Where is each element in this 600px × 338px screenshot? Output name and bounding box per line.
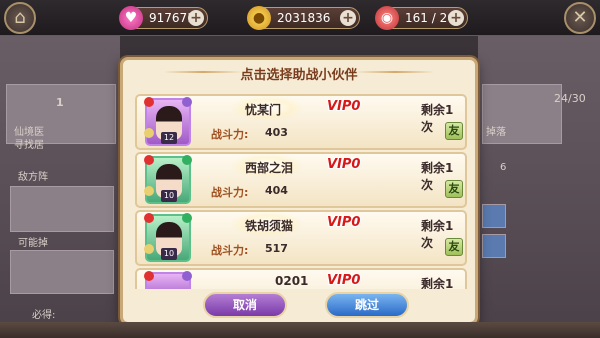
star-icon	[144, 244, 154, 254]
star-icon	[144, 128, 154, 138]
partner-list[interactable]: 12 忧某门 战斗力: 403 VIP0 剩余1次 友 10 西部之泪 战斗力:…	[135, 94, 467, 289]
friend-badge: 友	[445, 122, 463, 140]
stage-number: 1	[56, 96, 64, 109]
partner-avatar: 12	[144, 97, 192, 146]
partner-name: 铁胡须猫	[245, 219, 294, 233]
friend-badge: 友	[445, 180, 463, 198]
friend-badge: 友	[445, 238, 463, 256]
add-gems-button[interactable]: +	[188, 10, 204, 26]
background-left-panel: 1 仙境医 寻找居 敌方阵 可能掉 必得: 阵容	[0, 36, 120, 338]
gem-icon: ♥	[119, 6, 143, 30]
partner-name: 西部之泪	[245, 161, 294, 175]
stamina-counter: ◉ 161 / 200 +	[375, 6, 468, 30]
vip-badge: VIP0	[327, 99, 361, 114]
bottom-decoration	[0, 322, 600, 338]
close-icon[interactable]: ✕	[564, 2, 596, 34]
gold-amount: 2031836	[277, 11, 331, 25]
partner-row[interactable]: 10 铁胡须猫 战斗力: 517 VIP0 剩余1次 友	[135, 210, 467, 266]
side-button-1[interactable]	[482, 204, 506, 228]
top-resource-bar: ⌂ ♥ 9176715 + ● 2031836 + ◉ 161 / 200 + …	[0, 0, 600, 36]
partner-avatar: 10	[144, 213, 192, 262]
partner-name: 忧某门	[245, 103, 282, 117]
partner-level: 12	[161, 132, 177, 144]
rank-gem-icon	[182, 271, 192, 281]
power-value: 517	[265, 242, 288, 255]
vip-badge: VIP0	[327, 273, 361, 288]
bg-label-3: 敌方阵	[18, 172, 48, 183]
partner-avatar: 10	[144, 155, 192, 204]
rank-gem-icon	[182, 97, 192, 107]
element-gem-icon	[144, 155, 154, 165]
rank-gem-icon	[182, 213, 192, 223]
rank-gem-icon	[182, 155, 192, 165]
gem-counter: ♥ 9176715 +	[119, 6, 208, 30]
partner-avatar	[144, 271, 192, 289]
stamina-icon: ◉	[375, 6, 399, 30]
assist-partner-dialog: 点击选择助战小伙伴 12 忧某门 战斗力: 403 VIP0 剩余1次 友 10…	[120, 57, 478, 325]
partner-row[interactable]: 0201 VIP0 剩余1次	[135, 268, 467, 289]
item-count: 6	[500, 162, 507, 173]
star-icon	[144, 186, 154, 196]
partner-level: 10	[161, 190, 177, 202]
remaining-uses: 剩余1次	[421, 277, 454, 289]
add-stamina-button[interactable]: +	[448, 10, 464, 26]
partner-level: 10	[161, 248, 177, 260]
side-button-2[interactable]	[482, 234, 506, 258]
vip-badge: VIP0	[327, 157, 361, 172]
power-label: 战斗力:	[211, 244, 249, 257]
add-gold-button[interactable]: +	[340, 10, 356, 26]
drops-panel	[10, 250, 114, 294]
partner-name: 0201	[275, 274, 309, 288]
partner-row[interactable]: 10 西部之泪 战斗力: 404 VIP0 剩余1次 友	[135, 152, 467, 208]
power-label: 战斗力:	[211, 186, 249, 199]
home-icon[interactable]: ⌂	[4, 2, 36, 34]
gold-counter: ● 2031836 +	[247, 6, 360, 30]
enemy-team-panel	[10, 186, 114, 232]
element-gem-icon	[144, 97, 154, 107]
dialog-title: 点击选择助战小伙伴	[240, 68, 358, 83]
cancel-button[interactable]: 取消	[203, 292, 287, 318]
skip-button[interactable]: 跳过	[325, 292, 409, 318]
bg-label-5: 必得:	[32, 310, 56, 321]
progress-count: 24/30	[554, 92, 586, 105]
bg-label-2: 寻找居	[14, 140, 44, 151]
drop-label: 掉落	[486, 127, 506, 138]
vip-badge: VIP0	[327, 215, 361, 230]
title-decoration-right	[355, 71, 435, 73]
element-gem-icon	[144, 213, 154, 223]
gold-coin-icon: ●	[247, 6, 271, 30]
partner-row[interactable]: 12 忧某门 战斗力: 403 VIP0 剩余1次 友	[135, 94, 467, 150]
bg-label-4: 可能掉	[18, 238, 48, 249]
power-value: 404	[265, 184, 288, 197]
power-label: 战斗力:	[211, 128, 249, 141]
power-value: 403	[265, 126, 288, 139]
element-gem-icon	[144, 271, 154, 281]
background-right-panel: 24/30 掉落 6	[478, 36, 600, 338]
